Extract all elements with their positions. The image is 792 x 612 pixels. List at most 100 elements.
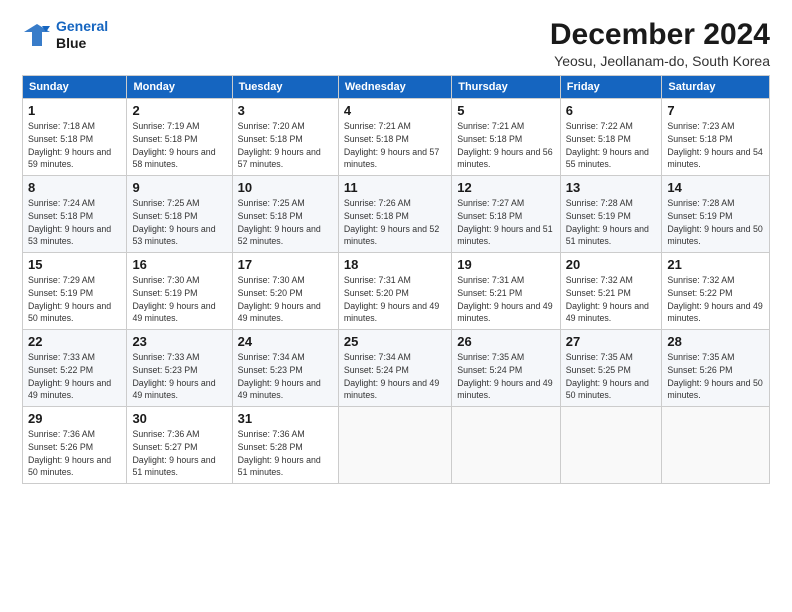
table-row: 15 Sunrise: 7:29 AMSunset: 5:19 PMDaylig… — [23, 253, 127, 330]
day-number: 24 — [238, 334, 333, 349]
cell-info: Sunrise: 7:18 AMSunset: 5:18 PMDaylight:… — [28, 121, 111, 169]
logo-bird-icon — [22, 22, 52, 48]
calendar-table: Sunday Monday Tuesday Wednesday Thursday… — [22, 75, 770, 484]
table-row: 29 Sunrise: 7:36 AMSunset: 5:26 PMDaylig… — [23, 407, 127, 484]
col-sunday: Sunday — [23, 76, 127, 99]
logo-text: General Blue — [56, 18, 108, 52]
table-row: 28 Sunrise: 7:35 AMSunset: 5:26 PMDaylig… — [662, 330, 770, 407]
day-number: 5 — [457, 103, 555, 118]
cell-info: Sunrise: 7:27 AMSunset: 5:18 PMDaylight:… — [457, 198, 552, 246]
cell-info: Sunrise: 7:31 AMSunset: 5:21 PMDaylight:… — [457, 275, 552, 323]
day-number: 7 — [667, 103, 764, 118]
week-row-5: 29 Sunrise: 7:36 AMSunset: 5:26 PMDaylig… — [23, 407, 770, 484]
table-row: 26 Sunrise: 7:35 AMSunset: 5:24 PMDaylig… — [452, 330, 561, 407]
page: General Blue December 2024 Yeosu, Jeolla… — [0, 0, 792, 496]
cell-info: Sunrise: 7:35 AMSunset: 5:25 PMDaylight:… — [566, 352, 649, 400]
day-number: 8 — [28, 180, 121, 195]
table-row: 30 Sunrise: 7:36 AMSunset: 5:27 PMDaylig… — [127, 407, 232, 484]
day-number: 10 — [238, 180, 333, 195]
day-number: 30 — [132, 411, 226, 426]
day-number: 28 — [667, 334, 764, 349]
day-number: 29 — [28, 411, 121, 426]
table-row: 3 Sunrise: 7:20 AMSunset: 5:18 PMDayligh… — [232, 99, 338, 176]
cell-info: Sunrise: 7:21 AMSunset: 5:18 PMDaylight:… — [457, 121, 552, 169]
table-row: 27 Sunrise: 7:35 AMSunset: 5:25 PMDaylig… — [560, 330, 662, 407]
day-number: 6 — [566, 103, 657, 118]
col-wednesday: Wednesday — [338, 76, 451, 99]
cell-info: Sunrise: 7:36 AMSunset: 5:27 PMDaylight:… — [132, 429, 215, 477]
cell-info: Sunrise: 7:30 AMSunset: 5:20 PMDaylight:… — [238, 275, 321, 323]
table-row — [338, 407, 451, 484]
cell-info: Sunrise: 7:29 AMSunset: 5:19 PMDaylight:… — [28, 275, 111, 323]
day-number: 21 — [667, 257, 764, 272]
day-number: 15 — [28, 257, 121, 272]
table-row: 22 Sunrise: 7:33 AMSunset: 5:22 PMDaylig… — [23, 330, 127, 407]
table-row: 25 Sunrise: 7:34 AMSunset: 5:24 PMDaylig… — [338, 330, 451, 407]
day-number: 27 — [566, 334, 657, 349]
cell-info: Sunrise: 7:35 AMSunset: 5:24 PMDaylight:… — [457, 352, 552, 400]
day-number: 17 — [238, 257, 333, 272]
cell-info: Sunrise: 7:32 AMSunset: 5:22 PMDaylight:… — [667, 275, 762, 323]
day-number: 22 — [28, 334, 121, 349]
table-row: 24 Sunrise: 7:34 AMSunset: 5:23 PMDaylig… — [232, 330, 338, 407]
day-number: 2 — [132, 103, 226, 118]
cell-info: Sunrise: 7:21 AMSunset: 5:18 PMDaylight:… — [344, 121, 439, 169]
week-row-1: 1 Sunrise: 7:18 AMSunset: 5:18 PMDayligh… — [23, 99, 770, 176]
col-thursday: Thursday — [452, 76, 561, 99]
table-row: 14 Sunrise: 7:28 AMSunset: 5:19 PMDaylig… — [662, 176, 770, 253]
title-block: December 2024 Yeosu, Jeollanam-do, South… — [550, 18, 770, 69]
day-number: 13 — [566, 180, 657, 195]
week-row-4: 22 Sunrise: 7:33 AMSunset: 5:22 PMDaylig… — [23, 330, 770, 407]
day-number: 12 — [457, 180, 555, 195]
cell-info: Sunrise: 7:34 AMSunset: 5:24 PMDaylight:… — [344, 352, 439, 400]
cell-info: Sunrise: 7:33 AMSunset: 5:23 PMDaylight:… — [132, 352, 215, 400]
col-monday: Monday — [127, 76, 232, 99]
cell-info: Sunrise: 7:20 AMSunset: 5:18 PMDaylight:… — [238, 121, 321, 169]
cell-info: Sunrise: 7:24 AMSunset: 5:18 PMDaylight:… — [28, 198, 111, 246]
day-number: 4 — [344, 103, 446, 118]
day-number: 18 — [344, 257, 446, 272]
table-row: 12 Sunrise: 7:27 AMSunset: 5:18 PMDaylig… — [452, 176, 561, 253]
cell-info: Sunrise: 7:25 AMSunset: 5:18 PMDaylight:… — [238, 198, 321, 246]
col-tuesday: Tuesday — [232, 76, 338, 99]
table-row: 6 Sunrise: 7:22 AMSunset: 5:18 PMDayligh… — [560, 99, 662, 176]
cell-info: Sunrise: 7:22 AMSunset: 5:18 PMDaylight:… — [566, 121, 649, 169]
table-row: 19 Sunrise: 7:31 AMSunset: 5:21 PMDaylig… — [452, 253, 561, 330]
cell-info: Sunrise: 7:33 AMSunset: 5:22 PMDaylight:… — [28, 352, 111, 400]
table-row: 1 Sunrise: 7:18 AMSunset: 5:18 PMDayligh… — [23, 99, 127, 176]
cell-info: Sunrise: 7:19 AMSunset: 5:18 PMDaylight:… — [132, 121, 215, 169]
day-number: 16 — [132, 257, 226, 272]
cell-info: Sunrise: 7:35 AMSunset: 5:26 PMDaylight:… — [667, 352, 762, 400]
cell-info: Sunrise: 7:30 AMSunset: 5:19 PMDaylight:… — [132, 275, 215, 323]
table-row: 21 Sunrise: 7:32 AMSunset: 5:22 PMDaylig… — [662, 253, 770, 330]
day-number: 3 — [238, 103, 333, 118]
cell-info: Sunrise: 7:36 AMSunset: 5:28 PMDaylight:… — [238, 429, 321, 477]
table-row — [452, 407, 561, 484]
day-number: 23 — [132, 334, 226, 349]
day-number: 31 — [238, 411, 333, 426]
cell-info: Sunrise: 7:32 AMSunset: 5:21 PMDaylight:… — [566, 275, 649, 323]
cell-info: Sunrise: 7:31 AMSunset: 5:20 PMDaylight:… — [344, 275, 439, 323]
col-friday: Friday — [560, 76, 662, 99]
table-row — [560, 407, 662, 484]
header: General Blue December 2024 Yeosu, Jeolla… — [22, 18, 770, 69]
col-saturday: Saturday — [662, 76, 770, 99]
week-row-3: 15 Sunrise: 7:29 AMSunset: 5:19 PMDaylig… — [23, 253, 770, 330]
day-number: 1 — [28, 103, 121, 118]
day-number: 14 — [667, 180, 764, 195]
cell-info: Sunrise: 7:34 AMSunset: 5:23 PMDaylight:… — [238, 352, 321, 400]
table-row: 5 Sunrise: 7:21 AMSunset: 5:18 PMDayligh… — [452, 99, 561, 176]
table-row — [662, 407, 770, 484]
logo: General Blue — [22, 18, 108, 52]
table-row: 10 Sunrise: 7:25 AMSunset: 5:18 PMDaylig… — [232, 176, 338, 253]
table-row: 18 Sunrise: 7:31 AMSunset: 5:20 PMDaylig… — [338, 253, 451, 330]
cell-info: Sunrise: 7:36 AMSunset: 5:26 PMDaylight:… — [28, 429, 111, 477]
table-row: 2 Sunrise: 7:19 AMSunset: 5:18 PMDayligh… — [127, 99, 232, 176]
table-row: 31 Sunrise: 7:36 AMSunset: 5:28 PMDaylig… — [232, 407, 338, 484]
cell-info: Sunrise: 7:25 AMSunset: 5:18 PMDaylight:… — [132, 198, 215, 246]
day-number: 20 — [566, 257, 657, 272]
table-row: 23 Sunrise: 7:33 AMSunset: 5:23 PMDaylig… — [127, 330, 232, 407]
table-row: 16 Sunrise: 7:30 AMSunset: 5:19 PMDaylig… — [127, 253, 232, 330]
header-row: Sunday Monday Tuesday Wednesday Thursday… — [23, 76, 770, 99]
table-row: 9 Sunrise: 7:25 AMSunset: 5:18 PMDayligh… — [127, 176, 232, 253]
